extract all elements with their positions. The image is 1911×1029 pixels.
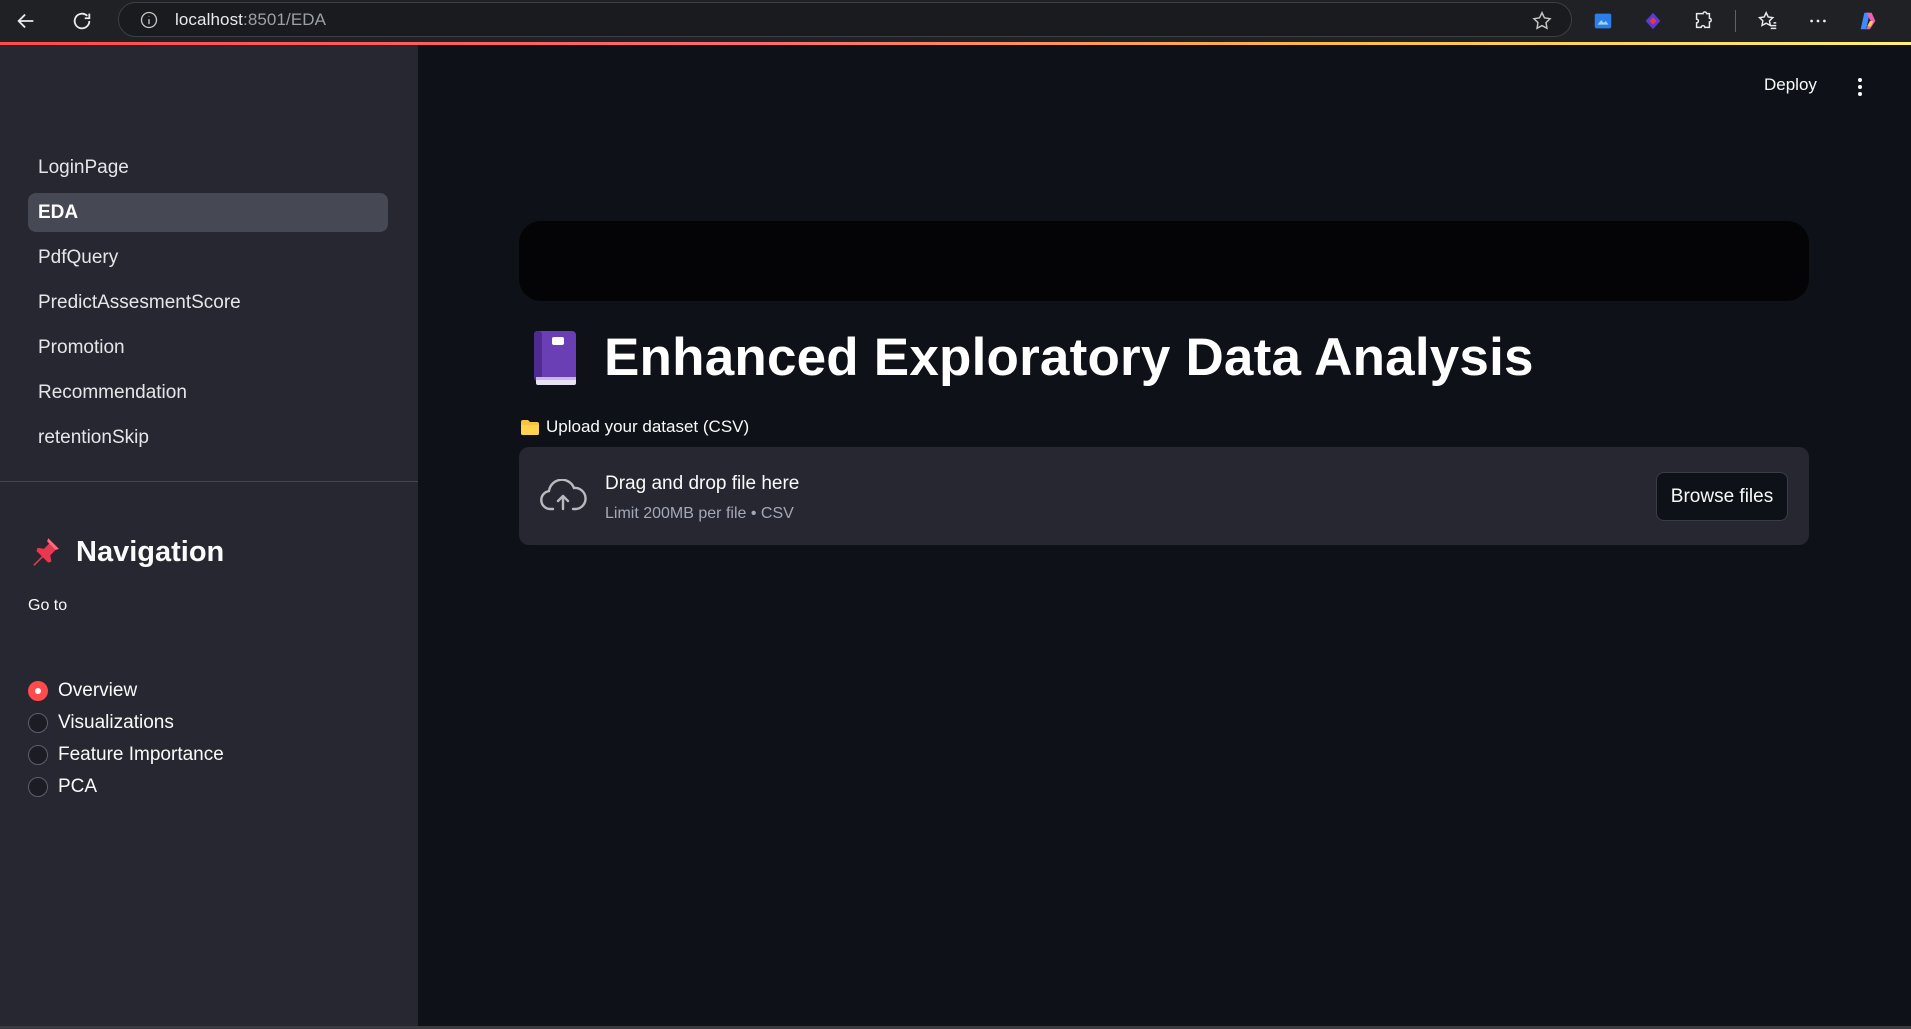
purple-book-icon — [534, 330, 576, 385]
page-link-loginpage[interactable]: LoginPage — [28, 148, 388, 187]
goto-label: Go to — [28, 597, 68, 614]
kebab-menu-icon[interactable] — [1850, 75, 1870, 99]
radio-button[interactable] — [28, 777, 48, 797]
screenshot-icon — [1594, 13, 1612, 29]
header-banner — [519, 221, 1809, 301]
radio-button-selected[interactable] — [28, 681, 48, 701]
reload-icon — [73, 12, 91, 30]
page-title: Enhanced Exploratory Data Analysis — [604, 328, 1534, 387]
copilot-icon — [1860, 12, 1876, 30]
extension-icons — [1585, 0, 1886, 42]
browse-files-button[interactable]: Browse files — [1656, 472, 1788, 521]
radio-label: PCA — [58, 776, 98, 797]
file-dropzone[interactable]: Drag and drop file here Limit 200MB per … — [519, 447, 1809, 545]
navigation-heading-text: Navigation — [76, 535, 225, 568]
reload-button[interactable] — [64, 3, 100, 39]
info-icon[interactable] — [139, 10, 159, 30]
page-link-predictassesmentscore[interactable]: PredictAssesmentScore — [28, 283, 388, 322]
copilot-button[interactable] — [1850, 3, 1886, 39]
favorites-button[interactable] — [1750, 3, 1786, 39]
page-navigation: LoginPage EDA PdfQuery PredictAssesmentS… — [28, 148, 388, 463]
page-link-recommendation[interactable]: Recommendation — [28, 373, 388, 412]
browser-toolbar: localhost:8501/EDA — [0, 0, 1911, 42]
radio-button[interactable] — [28, 713, 48, 733]
pushpin-icon — [33, 538, 59, 566]
radio-label: Visualizations — [58, 712, 174, 733]
page-link-promotion[interactable]: Promotion — [28, 328, 388, 367]
navigation-heading: Navigation — [28, 535, 224, 569]
diamond-extension[interactable] — [1635, 3, 1671, 39]
address-bar[interactable]: localhost:8501/EDA — [118, 2, 1572, 37]
bookmark-star-icon[interactable] — [1531, 10, 1553, 32]
extensions-button[interactable] — [1685, 3, 1721, 39]
diamond-icon — [1645, 12, 1661, 30]
page-link-eda[interactable]: EDA — [28, 193, 388, 232]
dropzone-limit-text: Limit 200MB per file • CSV — [605, 505, 794, 522]
sidebar-divider — [0, 481, 418, 482]
dropzone-instructions: Drag and drop file here — [605, 473, 800, 494]
upload-label-text: Upload your dataset (CSV) — [546, 417, 750, 436]
page-link-pdfquery[interactable]: PdfQuery — [28, 238, 388, 277]
radio-option-overview[interactable]: Overview — [28, 675, 224, 707]
radio-label: Feature Importance — [58, 744, 224, 765]
more-options-button[interactable] — [1800, 3, 1836, 39]
favorites-icon — [1757, 11, 1777, 30]
goto-radio-group: Overview Visualizations Feature Importan… — [28, 675, 224, 803]
upload-label: Upload your dataset (CSV) — [520, 417, 749, 437]
sidebar: LoginPage EDA PdfQuery PredictAssesmentS… — [0, 45, 418, 1029]
radio-button[interactable] — [28, 745, 48, 765]
puzzle-icon — [1695, 11, 1712, 29]
radio-label: Overview — [58, 680, 138, 701]
cloud-upload-icon — [540, 479, 587, 511]
radio-option-pca[interactable]: PCA — [28, 771, 224, 803]
arrow-left-icon — [17, 13, 34, 29]
screenshot-extension[interactable] — [1585, 3, 1621, 39]
main-content: Deploy Enhanced Exploratory Data Analysi… — [418, 45, 1911, 1029]
url-text[interactable]: localhost:8501/EDA — [175, 10, 326, 30]
folder-icon — [521, 419, 539, 435]
back-button[interactable] — [8, 3, 44, 39]
radio-option-feature-importance[interactable]: Feature Importance — [28, 739, 224, 771]
page-link-retentionskip[interactable]: retentionSkip — [28, 418, 388, 457]
toolbar-divider — [1735, 10, 1736, 32]
page-title-row: Enhanced Exploratory Data Analysis — [530, 327, 1534, 388]
deploy-button[interactable]: Deploy — [1764, 75, 1817, 95]
more-horizontal-icon — [1810, 19, 1826, 23]
radio-option-visualizations[interactable]: Visualizations — [28, 707, 224, 739]
